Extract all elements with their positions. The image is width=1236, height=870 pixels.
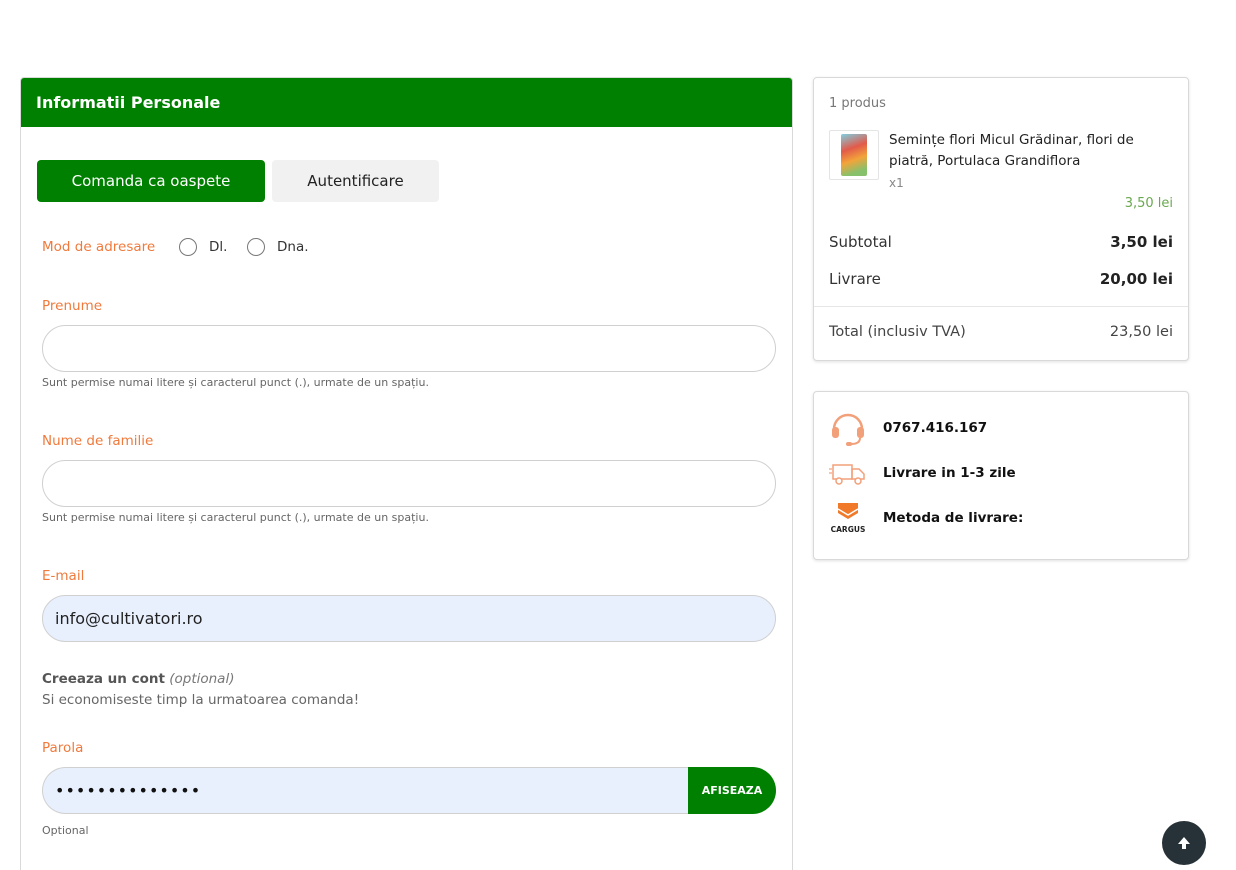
last-name-hint: Sunt permise numai litere și caracterul … [42,511,429,524]
radio-mrs-label: Dna. [277,239,309,255]
radio-mr-label: Dl. [209,239,228,255]
total-row: Total (inclusiv TVA) 23,50 lei [829,324,1173,340]
arrow-up-icon [1178,837,1190,849]
delivery-truck-icon [829,454,867,492]
shipping-label: Livrare [829,270,881,288]
product-thumbnail[interactable] [829,130,879,180]
radio-mr[interactable] [179,238,197,256]
shipping-method-row: CARGUS Metoda de livrare: [829,499,1023,537]
cart-summary-panel: 1 produs Semințe flori Micul Grădinar, f… [813,77,1189,361]
create-account-subtitle: Si economiseste timp la urmatoarea coman… [42,692,360,708]
password-input[interactable]: •••••••••••••• [42,767,690,814]
product-price: 3,50 lei [1124,196,1173,211]
password-hint: Optional [42,824,89,837]
delivery-time: Livrare in 1-3 zile [883,465,1016,481]
first-name-label: Prenume [42,298,103,314]
last-name-label: Nume de familie [42,433,154,449]
shop-info-panel: 0767.416.167 Livrare in 1-3 zile CARGUS … [813,391,1189,560]
phone-row: 0767.416.167 [829,409,987,447]
product-name[interactable]: Semințe flori Micul Grădinar, flori de p… [889,130,1174,172]
cargus-logo: CARGUS [829,499,867,537]
last-name-input[interactable] [42,460,776,507]
scroll-to-top-button[interactable] [1162,821,1206,865]
delivery-row: Livrare in 1-3 zile [829,454,1016,492]
shipping-value: 20,00 lei [1099,270,1173,288]
create-account-text: Creeaza un cont [42,671,165,687]
first-name-hint: Sunt permise numai litere și caracterul … [42,376,429,389]
salutation-option-mrs[interactable]: Dna. [247,238,309,256]
salutation-label: Mod de adresare [42,239,156,255]
guest-checkout-tab[interactable]: Comanda ca oaspete [37,160,265,202]
salutation-option-mr[interactable]: Dl. [179,238,227,256]
total-value: 23,50 lei [1109,324,1173,340]
cargus-logo-text: CARGUS [831,525,866,534]
subtotal-label: Subtotal [829,233,892,251]
login-tab[interactable]: Autentificare [272,160,439,202]
subtotal-value: 3,50 lei [1110,233,1173,251]
create-account-optional: (optional) [169,671,235,687]
product-image [841,134,867,176]
cart-item-count: 1 produs [829,96,886,111]
create-account-title: Creeaza un cont (optional) [42,671,234,687]
panel-title: Informatii Personale [21,78,792,127]
subtotal-row: Subtotal 3,50 lei [829,233,1173,251]
phone-number[interactable]: 0767.416.167 [883,420,987,436]
email-label: E-mail [42,568,85,584]
personal-info-panel: Informatii Personale Comanda ca oaspete … [20,77,793,870]
radio-mrs[interactable] [247,238,265,256]
shipping-row: Livrare 20,00 lei [829,270,1173,288]
headset-icon [829,409,867,447]
summary-divider [814,306,1188,307]
email-input[interactable]: info@cultivatori.ro [42,595,776,642]
product-quantity: x1 [889,176,904,190]
total-label: Total (inclusiv TVA) [829,324,966,340]
password-label: Parola [42,740,84,756]
first-name-input[interactable] [42,325,776,372]
show-password-button[interactable]: AFISEAZA [688,767,776,814]
shipping-method-label: Metoda de livrare: [883,510,1024,526]
